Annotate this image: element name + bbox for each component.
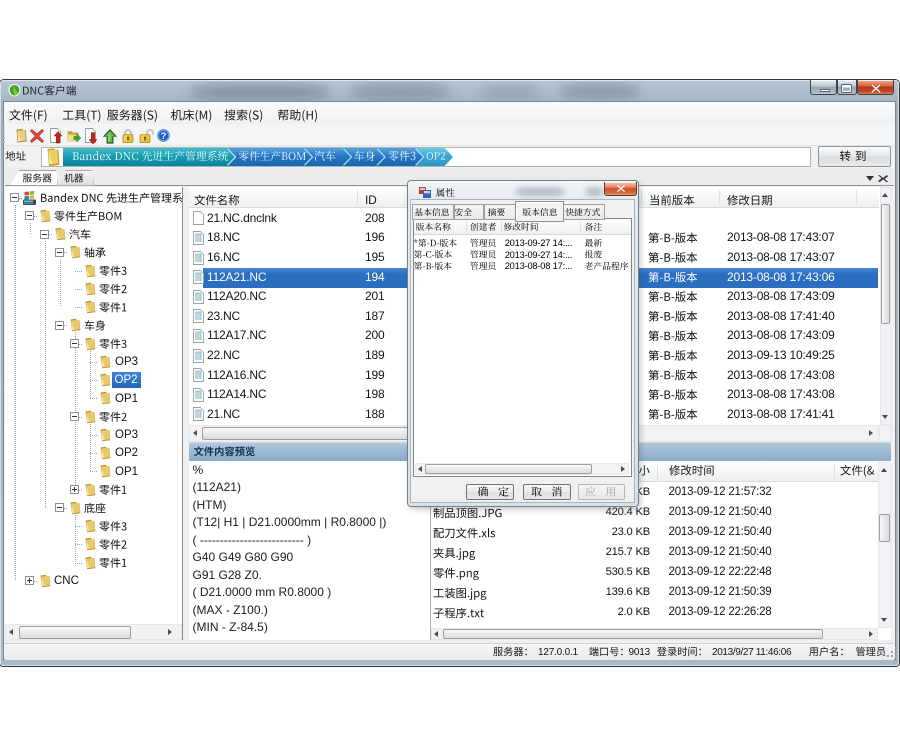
svg-text:?: ? [161, 131, 167, 142]
